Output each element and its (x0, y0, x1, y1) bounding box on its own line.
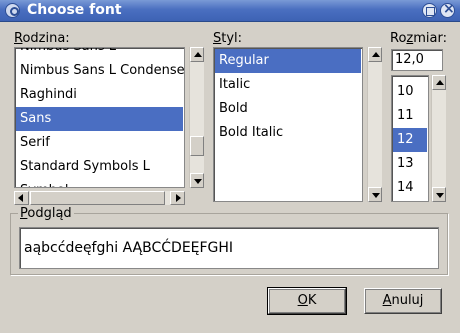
family-item[interactable]: Standard Symbols L (16, 155, 183, 179)
style-item[interactable]: Bold (215, 97, 361, 121)
style-item-selected[interactable]: Regular (215, 49, 361, 73)
size-list[interactable]: 10 11 12 13 14 (391, 75, 429, 202)
size-item[interactable]: 14 (393, 176, 427, 200)
window-title: Choose font (27, 2, 122, 18)
title-bar: Choose font (0, 0, 460, 22)
scroll-down-icon[interactable] (432, 187, 446, 202)
scroll-thumb[interactable] (190, 136, 204, 156)
style-item[interactable]: Bold Italic (215, 121, 361, 145)
family-list[interactable]: Nimbus Sans L Nimbus Sans L Condense Rag… (14, 47, 185, 188)
family-item[interactable]: Nimbus Sans L (16, 48, 183, 59)
scroll-right-icon[interactable] (170, 191, 185, 205)
family-item-selected[interactable]: Sans (16, 107, 183, 131)
family-item[interactable]: Raghindi (16, 83, 183, 107)
family-item[interactable]: Nimbus Sans L Condense (16, 59, 184, 83)
preview-label: Podgląd (18, 206, 74, 221)
scroll-down-icon[interactable] (190, 173, 204, 188)
style-item[interactable]: Italic (215, 73, 361, 97)
size-input[interactable]: 12,0 (391, 49, 443, 71)
family-vscrollbar[interactable] (189, 47, 204, 188)
scroll-up-icon[interactable] (432, 75, 446, 90)
cancel-button[interactable]: Anuluj (364, 288, 442, 314)
scroll-down-icon[interactable] (368, 187, 382, 202)
size-vscrollbar[interactable] (431, 75, 446, 202)
family-item[interactable]: Serif (16, 131, 183, 155)
preview-text-field[interactable]: aąbcćdeęfghi AĄBCĆDEĘFGHI (19, 227, 439, 269)
size-item[interactable]: 11 (393, 104, 427, 128)
style-vscrollbar[interactable] (367, 47, 382, 202)
size-label: Rozmiar: (390, 31, 447, 46)
maximize-icon[interactable] (422, 3, 437, 18)
family-hscrollbar[interactable] (14, 191, 185, 205)
size-item[interactable]: 10 (393, 80, 427, 104)
size-item[interactable]: 13 (393, 152, 427, 176)
app-menu-icon[interactable] (5, 3, 20, 18)
scroll-left-icon[interactable] (14, 191, 29, 205)
family-item[interactable]: Symbol (16, 179, 183, 187)
style-label: Styl: (213, 31, 243, 46)
scroll-up-icon[interactable] (368, 47, 382, 62)
family-label: Rodzina: (14, 31, 70, 46)
scroll-up-icon[interactable] (190, 47, 204, 62)
close-icon[interactable] (440, 1, 455, 18)
size-item-selected[interactable]: 12 (393, 128, 427, 152)
style-list[interactable]: Regular Italic Bold Bold Italic (213, 47, 363, 202)
scroll-thumb[interactable] (30, 191, 165, 205)
ok-button[interactable]: OK (267, 287, 347, 315)
